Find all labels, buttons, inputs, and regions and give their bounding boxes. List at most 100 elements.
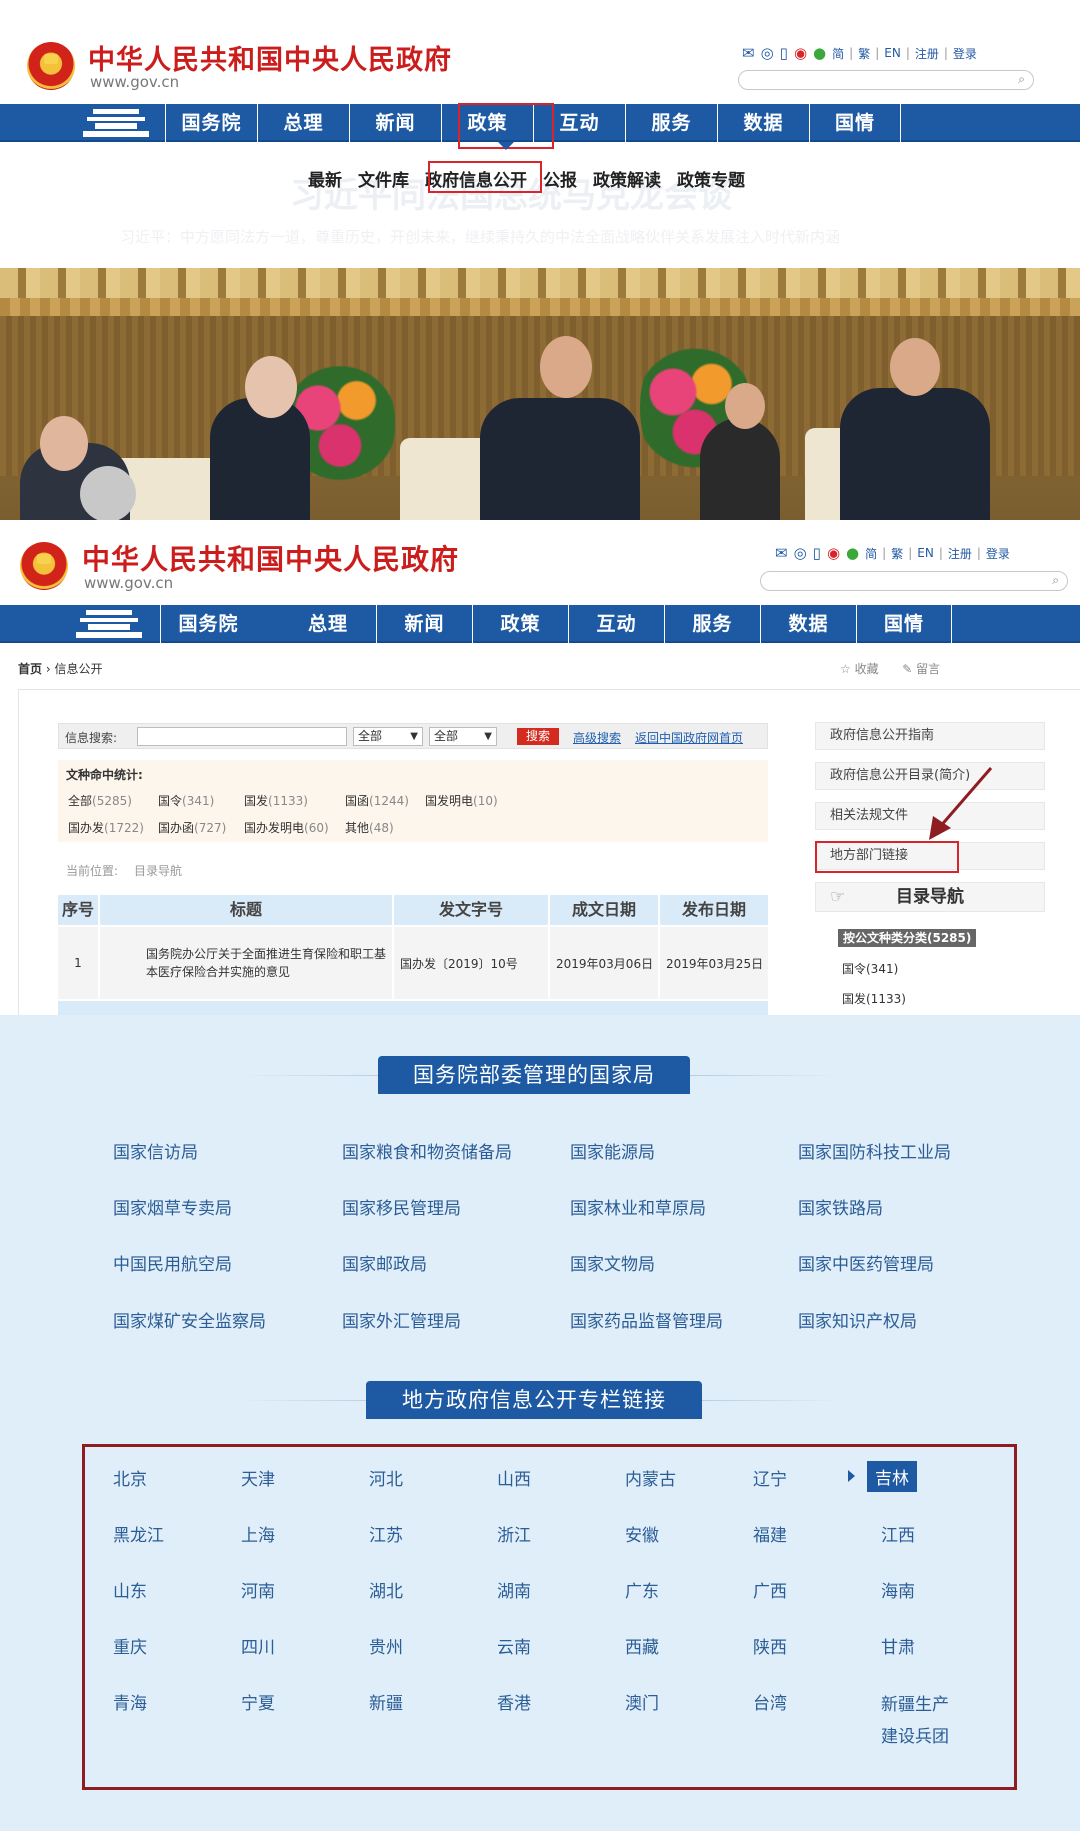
simplified-link-2[interactable]: 简 bbox=[865, 545, 877, 562]
province-link[interactable]: 澳门 bbox=[625, 1689, 659, 1714]
province-link-bingtuan[interactable]: 新疆生产 建设兵团 bbox=[881, 1689, 949, 1753]
row-title-link[interactable]: 国务院办公厅关于全面推进生育保险和职工基本医疗保险合并实施的意见 bbox=[100, 927, 394, 999]
province-link[interactable]: 上海 bbox=[241, 1521, 275, 1546]
submenu-item-gazette[interactable]: 公报 bbox=[543, 166, 577, 191]
bureau-link[interactable]: 国家邮政局 bbox=[342, 1250, 427, 1275]
header-search-input-2[interactable]: ⌕ bbox=[760, 571, 1068, 591]
nav-item-guowuyuan[interactable]: 国务院 bbox=[165, 104, 257, 142]
province-link[interactable]: 江西 bbox=[881, 1521, 915, 1546]
province-link[interactable]: 安徽 bbox=[625, 1521, 659, 1546]
province-link[interactable]: 福建 bbox=[753, 1521, 787, 1546]
mobile-icon-2[interactable]: ▯ bbox=[813, 544, 821, 562]
province-link[interactable]: 山西 bbox=[497, 1465, 531, 1490]
stat-other[interactable]: 其他(48) bbox=[345, 819, 394, 836]
star-icon[interactable]: ☆ bbox=[840, 662, 851, 676]
register-link[interactable]: 注册 bbox=[915, 45, 939, 62]
province-link[interactable]: 四川 bbox=[241, 1633, 275, 1658]
tiananmen-logo-icon-2[interactable] bbox=[76, 610, 142, 638]
search-icon[interactable]: ⌕ bbox=[1018, 72, 1025, 87]
bureau-link[interactable]: 国家知识产权局 bbox=[798, 1307, 917, 1332]
bureau-link[interactable]: 国家外汇管理局 bbox=[342, 1307, 461, 1332]
nav2-item-hudong[interactable]: 互动 bbox=[568, 605, 664, 643]
stat-all[interactable]: 全部(5285) bbox=[68, 792, 132, 809]
back-home-link[interactable]: 返回中国政府网首页 bbox=[635, 729, 743, 746]
pencil-icon[interactable]: ✎ bbox=[902, 662, 912, 676]
stat-guofamingdian[interactable]: 国发明电(10) bbox=[425, 792, 498, 809]
english-link-2[interactable]: EN bbox=[917, 546, 934, 560]
nav2-item-shuju[interactable]: 数据 bbox=[760, 605, 856, 643]
info-search-select-2[interactable]: 全部 ▼ bbox=[429, 727, 497, 746]
bureau-link[interactable]: 国家能源局 bbox=[570, 1138, 655, 1163]
advanced-search-link[interactable]: 高级搜索 bbox=[573, 729, 621, 746]
stat-guofa[interactable]: 国发(1133) bbox=[244, 792, 308, 809]
province-link[interactable]: 香港 bbox=[497, 1689, 531, 1714]
message-link[interactable]: 留言 bbox=[916, 662, 940, 676]
province-link[interactable]: 海南 bbox=[881, 1577, 915, 1602]
nav2-item-xinwen[interactable]: 新闻 bbox=[376, 605, 472, 643]
province-link[interactable]: 陕西 bbox=[753, 1633, 787, 1658]
province-link[interactable]: 新疆 bbox=[369, 1689, 403, 1714]
province-link[interactable]: 西藏 bbox=[625, 1633, 659, 1658]
province-link[interactable]: 湖南 bbox=[497, 1577, 531, 1602]
nav2-item-zongli[interactable]: 总理 bbox=[280, 605, 376, 643]
bureau-link[interactable]: 国家烟草专卖局 bbox=[113, 1194, 232, 1219]
province-link[interactable]: 黑龙江 bbox=[113, 1521, 164, 1546]
category-badge[interactable]: 按公文种类分类(5285) bbox=[838, 929, 977, 947]
bureau-link[interactable]: 国家铁路局 bbox=[798, 1194, 883, 1219]
info-search-select-1[interactable]: 全部 ▼ bbox=[353, 727, 423, 746]
tiananmen-logo-icon[interactable] bbox=[83, 109, 149, 137]
category-item-guoling[interactable]: 国令(341) bbox=[842, 960, 898, 977]
province-link[interactable]: 广东 bbox=[625, 1577, 659, 1602]
site-title-2[interactable]: 中华人民共和国中央人民政府 bbox=[82, 538, 459, 578]
province-link[interactable]: 台湾 bbox=[753, 1689, 787, 1714]
stat-guobanfa[interactable]: 国办发(1722) bbox=[68, 819, 144, 836]
nav2-item-guowuyuan[interactable]: 国务院 bbox=[160, 605, 256, 643]
nav-item-zongli[interactable]: 总理 bbox=[257, 104, 349, 142]
bureau-link[interactable]: 国家煤矿安全监察局 bbox=[113, 1307, 266, 1332]
english-link[interactable]: EN bbox=[884, 46, 901, 60]
bureau-link[interactable]: 国家药品监督管理局 bbox=[570, 1307, 723, 1332]
province-link[interactable]: 湖北 bbox=[369, 1577, 403, 1602]
nav2-item-fuwu[interactable]: 服务 bbox=[664, 605, 760, 643]
bureau-link[interactable]: 国家信访局 bbox=[113, 1138, 198, 1163]
weibo-icon[interactable]: ◉ bbox=[794, 44, 807, 62]
province-link[interactable]: 青海 bbox=[113, 1689, 147, 1714]
breadcrumb-home[interactable]: 首页 bbox=[18, 662, 42, 676]
province-link[interactable]: 河南 bbox=[241, 1577, 275, 1602]
province-link[interactable]: 山东 bbox=[113, 1577, 147, 1602]
site-title[interactable]: 中华人民共和国中央人民政府 bbox=[88, 38, 452, 77]
stat-guobanfamingdian[interactable]: 国办发明电(60) bbox=[244, 819, 329, 836]
bureau-link[interactable]: 国家国防科技工业局 bbox=[798, 1138, 951, 1163]
category-item-guofa[interactable]: 国发(1133) bbox=[842, 990, 906, 1007]
province-link[interactable]: 重庆 bbox=[113, 1633, 147, 1658]
chat-icon[interactable]: ◎ bbox=[761, 44, 774, 62]
province-link[interactable]: 辽宁 bbox=[753, 1465, 787, 1490]
favorite-link[interactable]: 收藏 bbox=[855, 662, 879, 676]
province-link[interactable]: 贵州 bbox=[369, 1633, 403, 1658]
province-link[interactable]: 云南 bbox=[497, 1633, 531, 1658]
current-position-value[interactable]: 目录导航 bbox=[134, 864, 182, 878]
side-link-guide[interactable]: 政府信息公开指南 bbox=[815, 722, 1045, 750]
submenu-item-interpretation[interactable]: 政策解读 bbox=[593, 166, 661, 191]
province-link[interactable]: 北京 bbox=[113, 1465, 147, 1490]
chat-icon-2[interactable]: ◎ bbox=[794, 544, 807, 562]
province-link[interactable]: 宁夏 bbox=[241, 1689, 275, 1714]
nav-item-shuju[interactable]: 数据 bbox=[717, 104, 809, 142]
province-link[interactable]: 广西 bbox=[753, 1577, 787, 1602]
submenu-item-library[interactable]: 文件库 bbox=[358, 166, 409, 191]
wechat-icon[interactable]: ● bbox=[813, 44, 826, 62]
nav2-item-zhengce[interactable]: 政策 bbox=[472, 605, 568, 643]
banner-photo[interactable] bbox=[0, 268, 1080, 520]
login-link[interactable]: 登录 bbox=[953, 45, 977, 62]
submenu-item-topics[interactable]: 政策专题 bbox=[677, 166, 745, 191]
bureau-link[interactable]: 国家中医药管理局 bbox=[798, 1250, 934, 1275]
bureau-link[interactable]: 国家移民管理局 bbox=[342, 1194, 461, 1219]
province-link-selected[interactable]: 吉林 bbox=[867, 1461, 917, 1492]
bureau-link[interactable]: 国家文物局 bbox=[570, 1250, 655, 1275]
register-link-2[interactable]: 注册 bbox=[948, 545, 972, 562]
province-link[interactable]: 江苏 bbox=[369, 1521, 403, 1546]
info-search-input[interactable] bbox=[137, 727, 347, 746]
submenu-item-latest[interactable]: 最新 bbox=[308, 166, 342, 191]
login-link-2[interactable]: 登录 bbox=[986, 545, 1010, 562]
simplified-link[interactable]: 简 bbox=[832, 45, 844, 62]
